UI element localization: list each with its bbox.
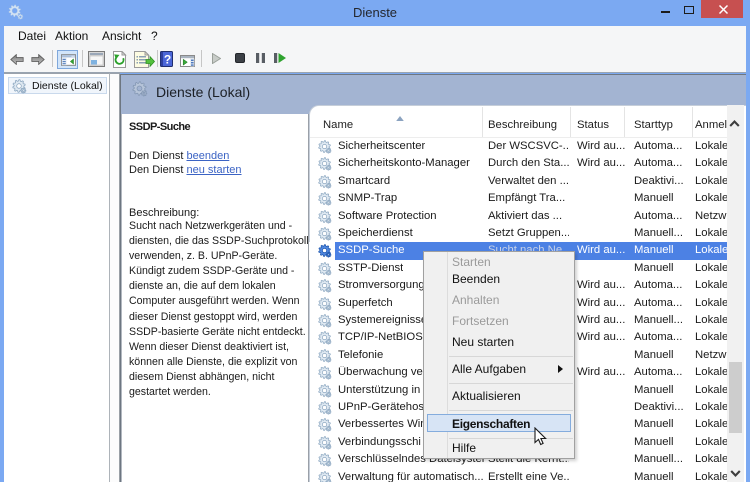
svg-text:?: ? (164, 53, 171, 67)
